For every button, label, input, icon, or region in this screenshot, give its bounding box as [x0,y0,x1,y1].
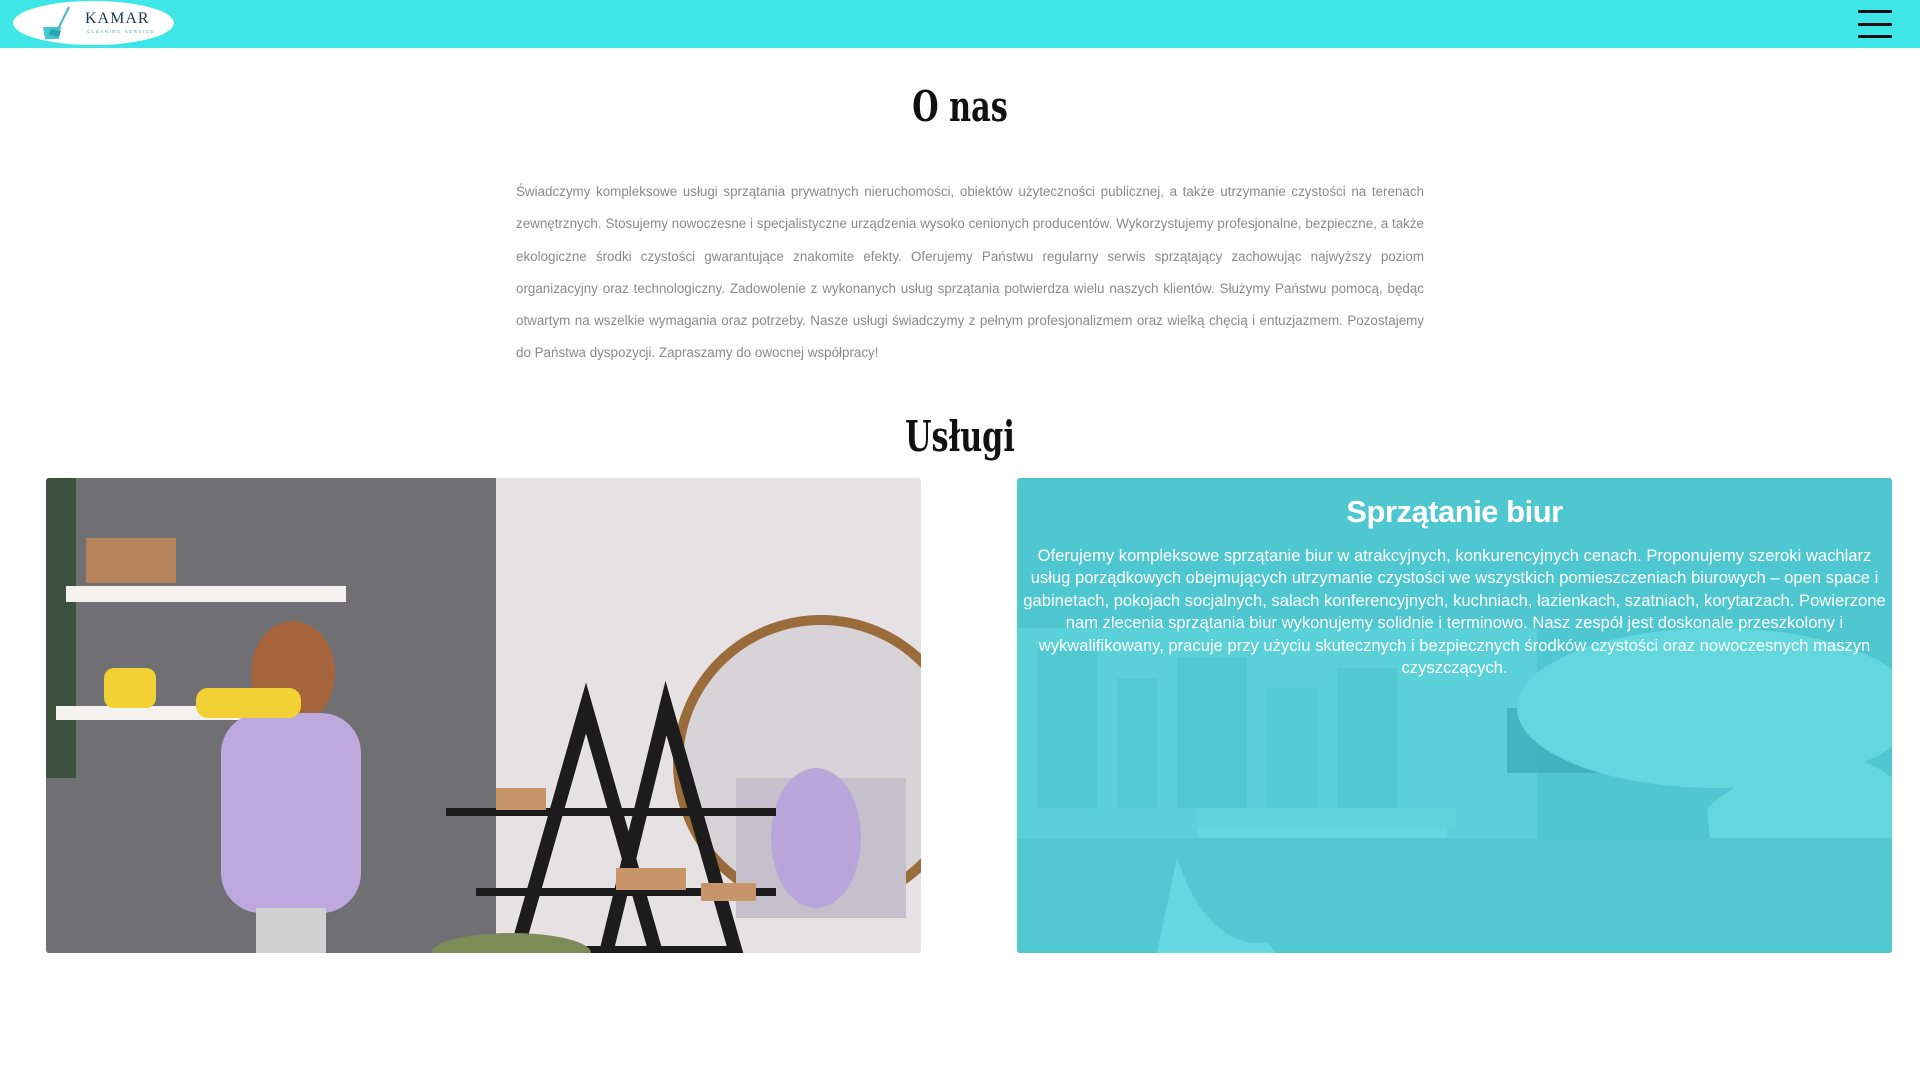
menu-line [1858,22,1892,26]
hamburger-menu-icon[interactable] [1858,10,1892,38]
service-card-title: Sprzątanie biur [1346,494,1563,529]
top-navigation-bar: KAMAR cleaning service [0,0,1920,48]
about-title: O nas [912,82,1008,131]
logo-subtext: cleaning service [87,29,155,34]
service-card-description: Oferujemy kompleksowe sprzątanie biur w … [1023,546,1886,678]
service-card-office[interactable]: Sprzątanie biur Oferujemy kompleksowe sp… [1017,478,1892,953]
menu-line [1858,35,1892,38]
cleaning-woman-photo [46,478,921,953]
services-title: Usługi [905,412,1015,461]
logo[interactable]: KAMAR cleaning service [13,1,174,45]
broom-bucket-icon [43,6,70,39]
menu-line [1858,10,1892,13]
about-text: Świadczymy kompleksowe usługi sprzątania… [516,184,1424,361]
cleaning-woman-image [46,478,921,953]
logo-text: KAMAR [85,10,150,27]
